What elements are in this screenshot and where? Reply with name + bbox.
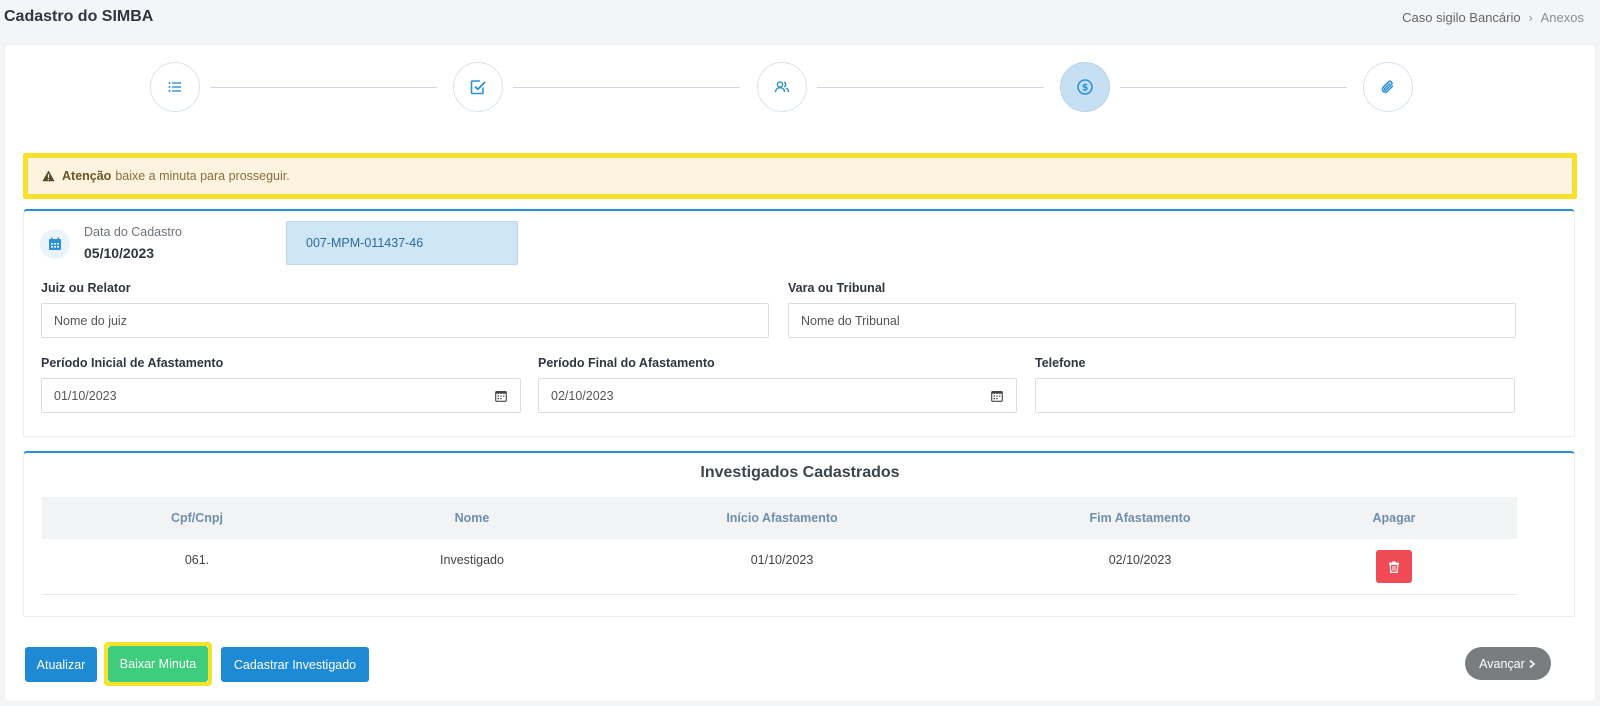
breadcrumb-separator: › [1528,10,1533,25]
registration-date-value: 05/10/2023 [84,245,155,261]
start-period-value: 01/10/2023 [54,388,117,403]
warning-alert: Atenção baixe a minuta para prosseguir. [23,153,1577,199]
end-period-input[interactable]: 02/10/2023 [538,378,1017,413]
calendar-icon[interactable] [495,390,507,402]
registration-form-panel: Data do Cadastro 05/10/2023 007-MPM-0114… [23,209,1575,437]
cell-start: 01/10/2023 [750,553,814,567]
table-header: Cpf/Cnpj Nome Início Afastamento Fim Afa… [42,497,1517,539]
start-period-input[interactable]: 01/10/2023 [41,378,521,413]
svg-text:$: $ [1082,82,1089,93]
table-title: Investigados Cadastrados [700,464,900,481]
next-button-label: Avançar [1479,656,1525,671]
judge-input[interactable]: Nome do juiz [41,303,769,338]
end-period-label: Período Final do Afastamento [538,356,715,370]
page-title: Cadastro do SIMBA [4,8,154,25]
delete-row-button[interactable] [1376,550,1412,583]
list-icon [168,82,181,92]
calendar-icon[interactable] [991,390,1003,402]
protocol-number: 007-MPM-011437-46 [286,221,518,265]
breadcrumb-item-case[interactable]: Caso sigilo Bancário [1402,10,1521,25]
step-checklist[interactable] [453,62,503,112]
court-label: Vara ou Tribunal [788,281,886,295]
main-card: $ Atenção baixe a minuta para prosseguir… [5,45,1595,701]
stepper-connector [513,87,740,88]
investigated-table-panel: Investigados Cadastrados Cpf/Cnpj Nome I… [23,451,1575,617]
download-highlight: Baixar Minuta [104,642,212,686]
next-button[interactable]: Avançar [1465,647,1551,680]
breadcrumb-item-attachments: Anexos [1540,10,1584,25]
top-bar: Cadastro do SIMBA Caso sigilo Bancário ›… [0,0,1600,36]
warning-icon [42,170,55,182]
wizard-stepper: $ [5,62,1595,112]
column-header-start: Início Afastamento [726,511,838,525]
start-period-label: Período Inicial de Afastamento [41,356,224,370]
stepper-connector [1120,87,1347,88]
column-header-end: Fim Afastamento [1089,511,1191,525]
cell-cpf: 061. [184,553,210,567]
registration-date-label: Data do Cadastro [84,225,182,239]
download-draft-button[interactable]: Baixar Minuta [108,646,208,682]
update-button[interactable]: Atualizar [25,647,97,682]
dollar-circle-icon: $ [1077,79,1093,95]
step-attachments[interactable] [1363,62,1413,112]
step-list[interactable] [150,62,200,112]
date-icon-badge [40,229,70,259]
trash-icon [1389,560,1399,573]
end-period-value: 02/10/2023 [551,388,614,403]
calendar-icon [49,237,61,250]
column-header-cpf: Cpf/Cnpj [170,511,224,525]
alert-title: Atenção [62,169,112,183]
register-investigated-button[interactable]: Cadastrar Investigado [221,647,369,682]
users-icon [774,81,790,93]
paperclip-icon [1381,80,1394,93]
chevron-right-icon [1529,659,1536,668]
phone-label: Telefone [1035,356,1086,370]
step-people[interactable] [757,62,807,112]
phone-input[interactable] [1035,378,1515,413]
checkbox-icon [470,80,486,95]
court-input[interactable]: Nome do Tribunal [788,303,1516,338]
breadcrumb: Caso sigilo Bancário › Anexos [1402,10,1584,25]
column-header-name: Nome [454,511,490,525]
alert-message: baixe a minuta para prosseguir. [115,169,290,183]
judge-label: Juiz ou Relator [41,281,131,295]
step-financial[interactable]: $ [1060,62,1110,112]
column-header-delete: Apagar [1372,511,1416,525]
cell-name: Investigado [440,553,504,567]
table-row: 061. Investigado 01/10/2023 02/10/2023 [42,539,1517,595]
stepper-connector [817,87,1044,88]
cell-end: 02/10/2023 [1108,553,1172,567]
stepper-connector [210,87,437,88]
